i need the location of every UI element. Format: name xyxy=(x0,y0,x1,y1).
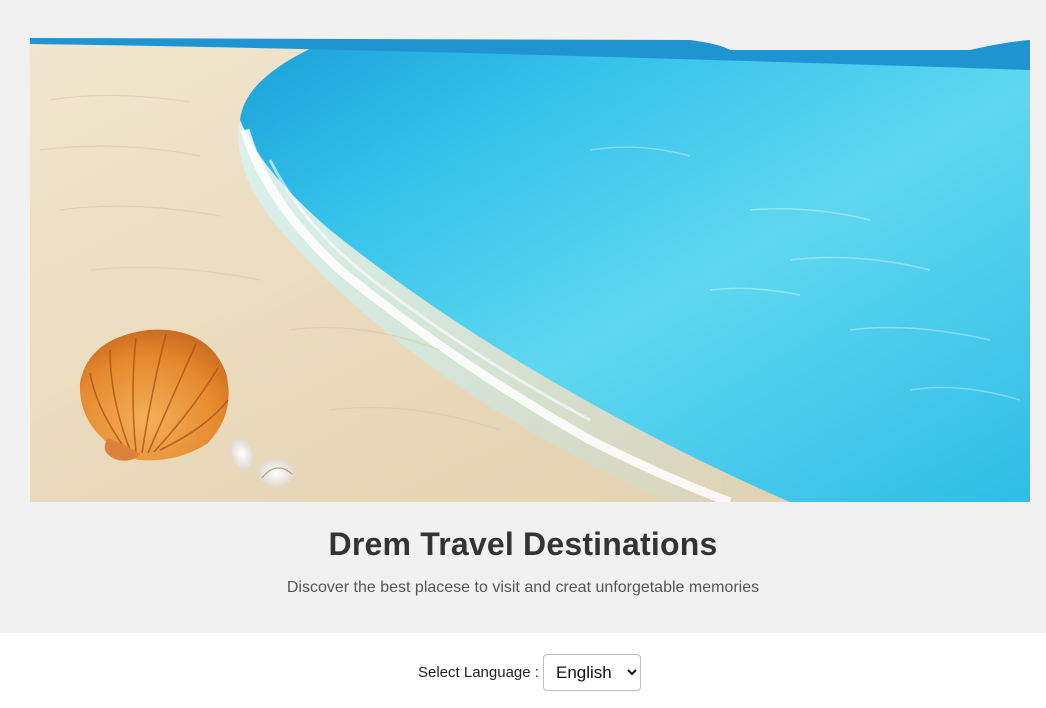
language-label: Select Language : xyxy=(418,664,539,681)
language-bar: Select Language : English xyxy=(0,633,1046,708)
page-title: Drem Travel Destinations xyxy=(328,526,718,562)
hero-beach-image xyxy=(30,30,1030,502)
language-select[interactable]: English xyxy=(543,654,641,691)
page-subtitle: Discover the best placese to visit and c… xyxy=(286,579,760,596)
hero-section: Drem Travel Destinations Discover the be… xyxy=(0,0,1046,633)
